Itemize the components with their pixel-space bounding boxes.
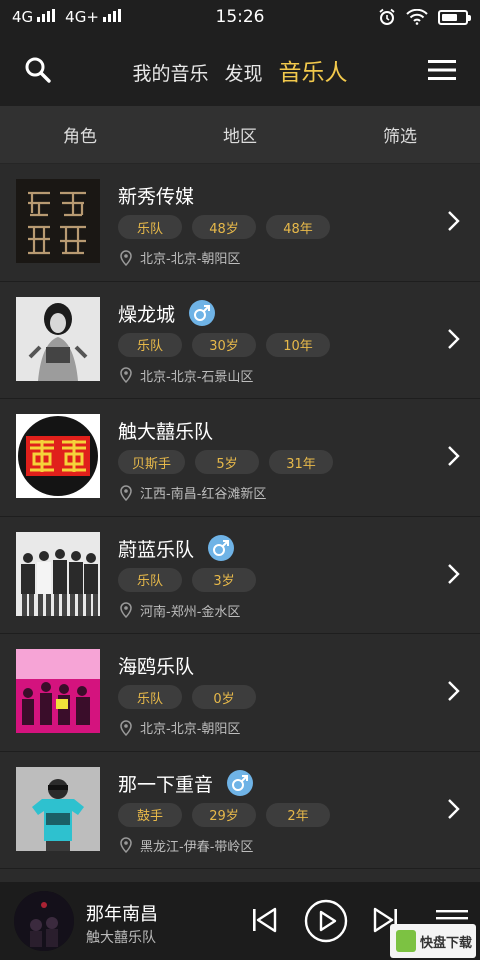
- alarm-icon: [379, 8, 395, 25]
- tag-role: 鼓手: [118, 802, 182, 827]
- carrier-2: 4G+: [65, 8, 121, 26]
- location-pin-icon: [120, 837, 132, 853]
- artist-avatar: [16, 179, 100, 263]
- artist-row[interactable]: 蔚蓝乐队 乐队 3岁 河南-郑州-金水区: [0, 516, 480, 634]
- filter-bar: 角色 地区 筛选: [0, 106, 480, 164]
- chevron-right-icon[interactable]: [446, 445, 460, 467]
- artist-name: 蔚蓝乐队: [118, 538, 195, 561]
- artist-name-line: 触大囍乐队: [118, 417, 213, 444]
- artist-row[interactable]: 那一下重音 鼓手 29岁 2年 黑龙江-伊春-带岭区: [0, 751, 480, 869]
- artist-name-line: 海鸥乐队: [118, 652, 194, 679]
- location-pin-icon: [120, 249, 132, 266]
- now-playing-title: 那年南昌: [86, 904, 158, 925]
- male-gender-icon: [227, 770, 254, 796]
- artist-name: 新秀传媒: [118, 186, 195, 208]
- signal-icon: [102, 9, 121, 22]
- album-cover[interactable]: [14, 891, 74, 951]
- signal-icon: [37, 9, 56, 22]
- artist-row[interactable]: 触大囍乐队 贝斯手 5岁 31年 江西-南昌-红谷滩新区: [0, 399, 480, 517]
- filter-role[interactable]: 角色: [0, 122, 160, 147]
- tag-age: 0岁: [192, 685, 256, 709]
- location-pin-icon: [120, 719, 132, 736]
- search-icon[interactable]: [24, 56, 52, 84]
- location-pin-icon: [120, 602, 132, 618]
- tag-years: 31年: [269, 450, 334, 474]
- chevron-right-icon[interactable]: [446, 210, 460, 232]
- battery-icon: [438, 9, 471, 25]
- artist-avatar: [16, 649, 100, 733]
- artist-avatar: [16, 766, 100, 851]
- chevron-right-icon[interactable]: [446, 563, 460, 585]
- artist-name: 燥龙城: [118, 303, 176, 326]
- tag-age: 48岁: [192, 215, 256, 239]
- artist-tags: 乐队 48岁 48年: [118, 215, 330, 239]
- artist-name-line: 蔚蓝乐队: [118, 535, 235, 562]
- previous-icon[interactable]: [250, 906, 278, 934]
- tab-musicians[interactable]: 音乐人: [279, 53, 348, 87]
- tag-role: 乐队: [118, 332, 182, 357]
- artist-name-line: 那一下重音: [118, 770, 254, 797]
- artist-list: 新秀传媒 乐队 48岁 48年 北京-北京-朝阳区 燥龙城 乐队 30岁 10年…: [0, 164, 480, 869]
- artist-location: 北京-北京-朝阳区: [120, 718, 240, 737]
- tag-age: 5岁: [195, 450, 260, 474]
- now-playing-artist: 触大囍乐队: [86, 930, 156, 946]
- artist-name-line: 新秀传媒: [118, 182, 194, 209]
- tag-years: 48年: [266, 215, 330, 239]
- artist-location: 北京-北京-朝阳区: [120, 248, 240, 267]
- signal-group: 4G 4G+: [12, 8, 121, 26]
- artist-tags: 鼓手 29岁 2年: [118, 802, 330, 827]
- main-tabs: 我的音乐 发现 音乐人: [132, 53, 347, 87]
- menu-icon[interactable]: [428, 58, 456, 82]
- chevron-right-icon[interactable]: [446, 680, 460, 702]
- artist-tags: 乐队 3岁: [118, 567, 256, 592]
- tag-role: 乐队: [118, 215, 182, 239]
- filter-screen[interactable]: 筛选: [320, 122, 480, 147]
- male-gender-icon: [208, 535, 235, 561]
- tag-years: 10年: [266, 332, 330, 357]
- artist-tags: 乐队 0岁: [118, 685, 256, 709]
- tag-age: 29岁: [192, 802, 256, 827]
- filter-region[interactable]: 地区: [160, 122, 320, 147]
- artist-row[interactable]: 燥龙城 乐队 30岁 10年 北京-北京-石景山区: [0, 281, 480, 399]
- male-gender-icon: [189, 300, 216, 326]
- watermark-logo: 快盘下载: [390, 924, 476, 958]
- tag-role: 乐队: [118, 685, 182, 709]
- artist-location: 江西-南昌-红谷滩新区: [120, 483, 266, 502]
- carrier-1: 4G: [12, 8, 56, 26]
- tab-my-music[interactable]: 我的音乐: [132, 59, 208, 86]
- artist-avatar: [16, 296, 100, 381]
- artist-location: 河南-郑州-金水区: [120, 601, 240, 620]
- location-pin-icon: [120, 367, 132, 383]
- artist-avatar: [16, 414, 100, 498]
- play-icon[interactable]: [304, 899, 348, 943]
- chevron-right-icon[interactable]: [446, 328, 460, 350]
- tag-role: 乐队: [118, 567, 182, 592]
- artist-row[interactable]: 海鸥乐队 乐队 0岁 北京-北京-朝阳区: [0, 634, 480, 752]
- mini-player[interactable]: 那年南昌 触大囍乐队 快盘下载: [0, 882, 480, 960]
- location-pin-icon: [120, 484, 132, 501]
- wifi-icon: [406, 9, 428, 25]
- artist-row[interactable]: 新秀传媒 乐队 48岁 48年 北京-北京-朝阳区: [0, 164, 480, 282]
- artist-name: 那一下重音: [118, 773, 214, 796]
- chevron-right-icon[interactable]: [446, 798, 460, 820]
- artist-name: 海鸥乐队: [118, 656, 195, 678]
- artist-tags: 乐队 30岁 10年: [118, 332, 330, 357]
- status-icons: [378, 8, 471, 26]
- status-bar: 4G 4G+ 15:26: [0, 0, 480, 34]
- artist-name-line: 燥龙城: [118, 300, 216, 327]
- artist-location: 北京-北京-石景山区: [120, 366, 253, 385]
- tag-years: 2年: [266, 802, 330, 827]
- tag-age: 3岁: [192, 567, 256, 592]
- top-nav-bar: 我的音乐 发现 音乐人: [0, 34, 480, 106]
- tab-discover[interactable]: 发现: [225, 59, 263, 86]
- tag-role: 贝斯手: [118, 450, 186, 474]
- artist-avatar: [16, 531, 100, 616]
- artist-location: 黑龙江-伊春-带岭区: [120, 836, 253, 855]
- tag-age: 30岁: [192, 332, 256, 357]
- artist-tags: 贝斯手 5岁 31年: [118, 450, 334, 474]
- artist-name: 触大囍乐队: [118, 421, 214, 443]
